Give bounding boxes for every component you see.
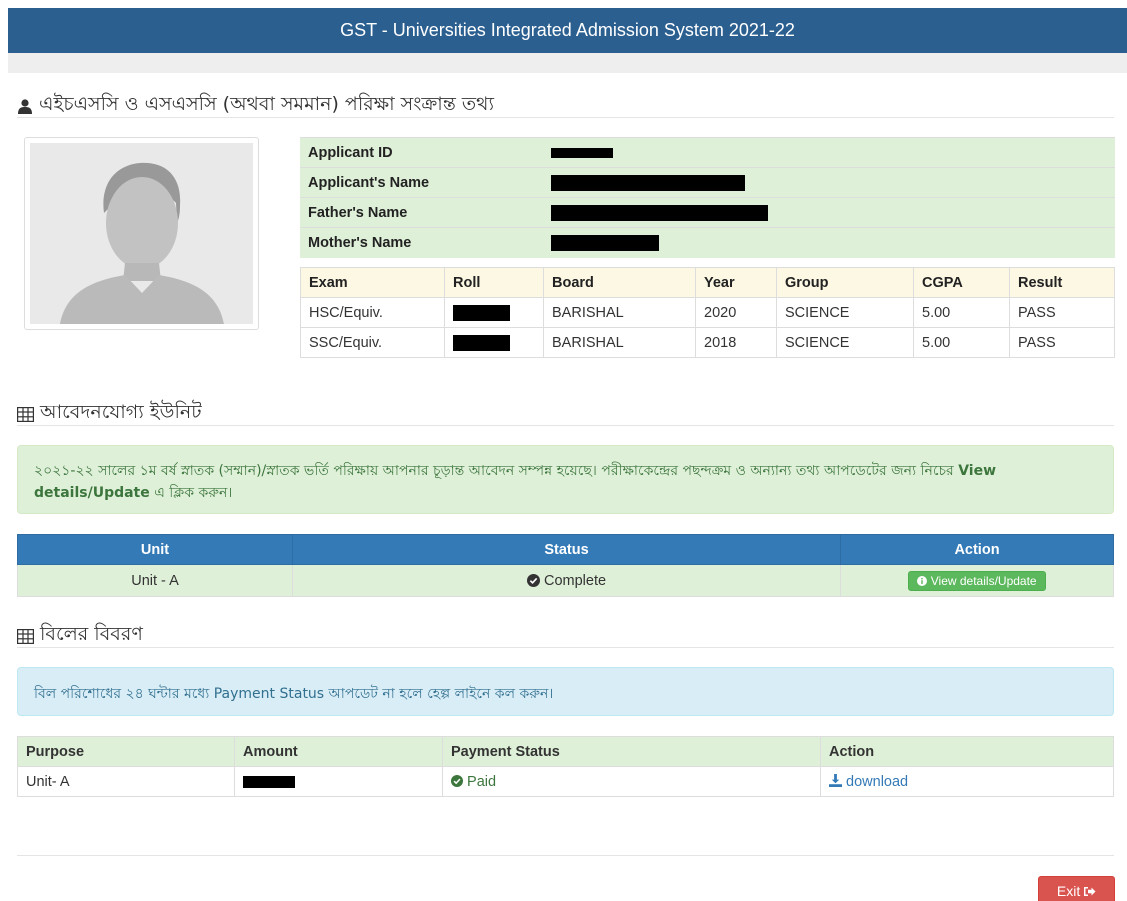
column-header: Year [695, 267, 777, 298]
year-cell: 2020 [695, 297, 777, 328]
exit-button[interactable]: Exit [1038, 876, 1115, 901]
exit-button-label: Exit [1056, 883, 1081, 899]
redacted-block [453, 304, 510, 321]
column-header: Purpose [17, 736, 235, 767]
payment-status-cell: Paid [442, 766, 821, 797]
roll-cell [444, 327, 544, 358]
exam-cell: SSC/Equiv. [300, 327, 445, 358]
status-text: Complete [543, 572, 607, 589]
applicant-name-value [543, 167, 1115, 198]
user-icon [18, 99, 32, 114]
redacted-block [551, 234, 659, 251]
header-subbar [8, 53, 1127, 73]
divider [17, 425, 1114, 426]
check-circle-icon [451, 774, 463, 787]
redacted-block [551, 174, 745, 191]
alert-text-suffix: এ ক্লিক করুন। [154, 485, 233, 501]
result-cell: PASS [1009, 327, 1115, 358]
column-header: Exam [300, 267, 445, 298]
divider [17, 647, 1114, 648]
download-icon [829, 773, 842, 787]
column-header: Action [840, 534, 1114, 565]
result-cell: PASS [1009, 297, 1115, 328]
redacted-block [453, 334, 510, 351]
app-title: GST - Universities Integrated Admission … [340, 20, 795, 40]
applicant-id-row: Applicant ID [300, 137, 1115, 168]
roll-cell [444, 297, 544, 328]
group-cell: SCIENCE [776, 327, 914, 358]
app-header: GST - Universities Integrated Admission … [8, 8, 1127, 53]
status-cell: Complete [292, 564, 841, 597]
download-link[interactable]: download [820, 766, 1114, 797]
applicant-photo [24, 137, 259, 330]
table-header-row: Exam Roll Board Year Group CGPA Result [300, 267, 1115, 298]
table-icon [17, 628, 34, 644]
view-details-button[interactable]: View details/Update [908, 570, 1046, 591]
bill-table: Purpose Amount Payment Status Action Uni… [17, 736, 1114, 797]
table-row: SSC/Equiv. BARISHAL 2018 SCIENCE 5.00 PA… [300, 327, 1115, 358]
alert-text: ২০২১-২২ সালের ১ম বর্ষ স্নাতক (সম্মান)/স্… [34, 463, 954, 479]
column-header: CGPA [913, 267, 1010, 298]
amount-cell [234, 766, 443, 797]
avatar-placeholder [30, 143, 253, 324]
mother-name-value [543, 227, 1115, 258]
application-complete-alert: ২০২১-২২ সালের ১ম বর্ষ স্নাতক (সম্মান)/স্… [17, 445, 1114, 514]
applicant-id-value [543, 137, 1115, 168]
footer-divider [17, 855, 1114, 856]
sign-out-icon [1084, 887, 1096, 896]
cgpa-cell: 5.00 [913, 327, 1010, 358]
action-cell: View details/Update [840, 564, 1114, 597]
unit-cell: Unit - A [17, 564, 293, 597]
table-header-row: Unit Status Action [17, 534, 1114, 565]
cgpa-cell: 5.00 [913, 297, 1010, 328]
check-circle-icon [526, 573, 540, 587]
column-header: Amount [234, 736, 443, 767]
column-header: Payment Status [442, 736, 821, 767]
column-header: Action [820, 736, 1114, 767]
year-cell: 2018 [695, 327, 777, 358]
board-cell: BARISHAL [543, 327, 696, 358]
unit-table: Unit Status Action Unit - A Complete Vie… [17, 534, 1114, 597]
column-header: Status [292, 534, 841, 565]
group-cell: SCIENCE [776, 297, 914, 328]
mother-name-label: Mother's Name [300, 227, 543, 258]
column-header: Group [776, 267, 914, 298]
exam-results-table: Exam Roll Board Year Group CGPA Result H… [300, 267, 1115, 358]
payment-info-alert: বিল পরিশোধের ২৪ ঘন্টার মধ্যে Payment Sta… [17, 667, 1114, 716]
applicant-name-row: Applicant's Name [300, 167, 1115, 198]
table-row: HSC/Equiv. BARISHAL 2020 SCIENCE 5.00 PA… [300, 297, 1115, 328]
redacted-block [551, 147, 613, 158]
column-header: Unit [17, 534, 293, 565]
redacted-block [551, 204, 768, 221]
column-header: Board [543, 267, 696, 298]
divider [17, 117, 1114, 118]
redacted-block [243, 775, 295, 788]
info-icon [917, 575, 928, 586]
father-name-value [543, 197, 1115, 228]
purpose-cell: Unit- A [17, 766, 235, 797]
father-name-row: Father's Name [300, 197, 1115, 228]
table-row: Unit - A Complete View details/Update [17, 564, 1114, 597]
table-icon [17, 406, 34, 422]
board-cell: BARISHAL [543, 297, 696, 328]
father-name-label: Father's Name [300, 197, 543, 228]
table-row: Unit- A Paid download [17, 766, 1114, 797]
applicant-name-label: Applicant's Name [300, 167, 543, 198]
exam-cell: HSC/Equiv. [300, 297, 445, 328]
view-details-button-label: View details/Update [930, 573, 1037, 588]
mother-name-row: Mother's Name [300, 227, 1115, 258]
avatar-silhouette-icon [30, 143, 253, 324]
payment-status-text: Paid [467, 773, 497, 790]
column-header: Roll [444, 267, 544, 298]
applicant-id-label: Applicant ID [300, 137, 543, 168]
table-header-row: Purpose Amount Payment Status Action [17, 736, 1114, 767]
download-link-label: download [846, 773, 909, 790]
alert-text: বিল পরিশোধের ২৪ ঘন্টার মধ্যে Payment Sta… [34, 686, 554, 702]
column-header: Result [1009, 267, 1115, 298]
applicant-info-table: Applicant ID Applicant's Name Father's N… [300, 137, 1115, 258]
